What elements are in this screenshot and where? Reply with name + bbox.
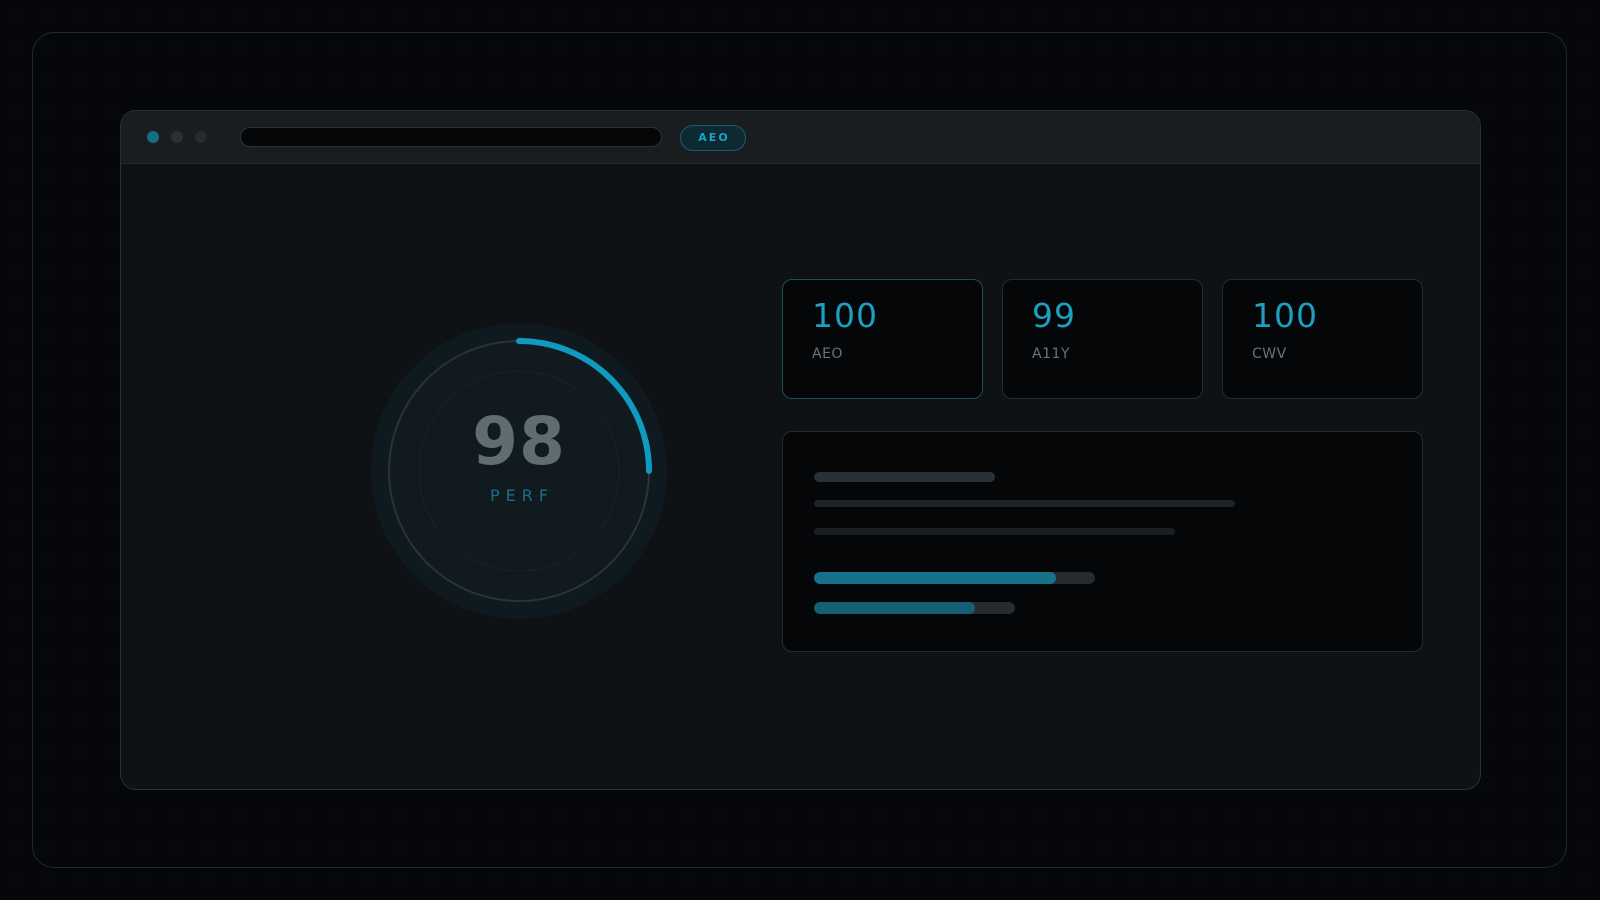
browser-window: AEO 98 PERF 100 AEO 99 A11Y 100 CWV bbox=[120, 110, 1481, 790]
score-card-value: 100 bbox=[1252, 296, 1318, 335]
performance-gauge: 98 PERF bbox=[369, 321, 669, 621]
score-card-label: A11Y bbox=[1032, 346, 1070, 362]
score-card-label: CWV bbox=[1252, 346, 1287, 362]
address-bar[interactable] bbox=[240, 127, 662, 147]
progress-bar-fill bbox=[814, 602, 975, 614]
performance-label: PERF bbox=[489, 486, 555, 505]
progress-bar-fill bbox=[814, 572, 1056, 584]
detail-panel bbox=[782, 431, 1423, 652]
score-card-a11y[interactable]: 99 A11Y bbox=[1002, 279, 1203, 399]
score-card-cwv[interactable]: 100 CWV bbox=[1222, 279, 1423, 399]
progress-bar-track bbox=[814, 602, 1015, 614]
score-card-value: 99 bbox=[1032, 296, 1076, 335]
skeleton-text-line bbox=[814, 528, 1175, 535]
score-card-label: AEO bbox=[812, 346, 843, 362]
window-minimize-dot-icon[interactable] bbox=[171, 131, 183, 143]
score-card-value: 100 bbox=[812, 296, 878, 335]
aeo-tag-badge[interactable]: AEO bbox=[680, 125, 746, 151]
skeleton-heading-line bbox=[814, 472, 995, 482]
performance-score: 98 bbox=[472, 403, 566, 480]
browser-toolbar: AEO bbox=[121, 111, 1480, 164]
skeleton-text-line bbox=[814, 500, 1235, 507]
window-maximize-dot-icon[interactable] bbox=[195, 131, 207, 143]
progress-bar-track bbox=[814, 572, 1095, 584]
window-close-dot-icon[interactable] bbox=[147, 131, 159, 143]
score-card-aeo[interactable]: 100 AEO bbox=[782, 279, 983, 399]
canvas-background: AEO 98 PERF 100 AEO 99 A11Y 100 CWV bbox=[0, 0, 1600, 900]
